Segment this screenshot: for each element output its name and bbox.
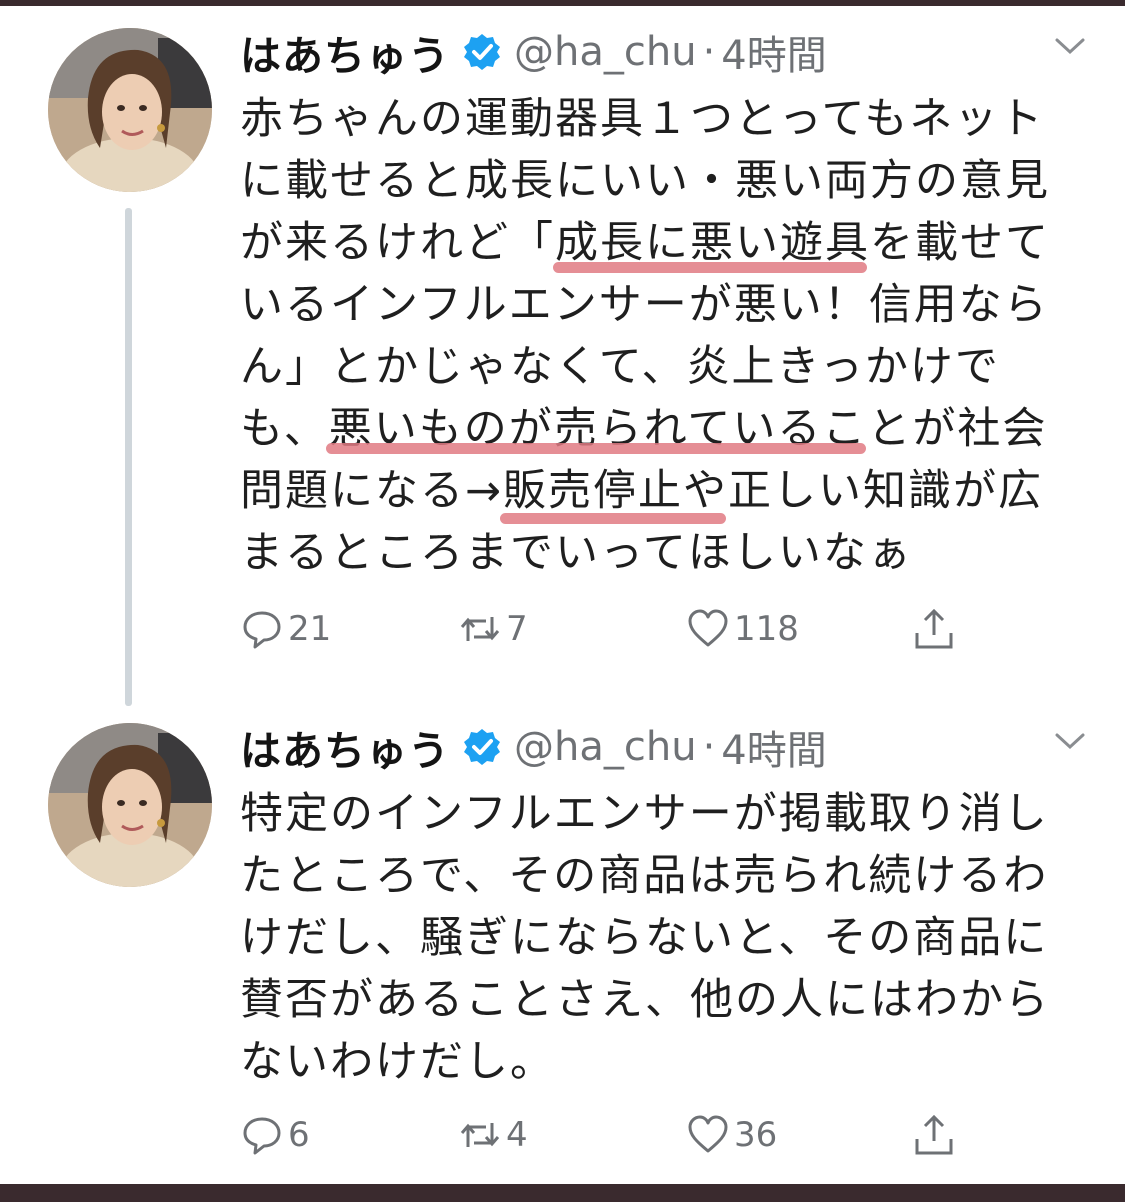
display-name[interactable]: はあちゅう (240, 22, 450, 82)
tweet-text-line: 赤ちゃんの運動器具１つとってもネット (240, 94, 1045, 144)
verified-badge-icon (464, 34, 500, 70)
display-name[interactable]: はあちゅう (240, 717, 450, 777)
reply-button[interactable]: 6 (240, 1110, 310, 1160)
tweet-text-line: ないわけだし。 (240, 1037, 555, 1087)
thread-connector-line (125, 208, 132, 706)
reply-icon (243, 611, 281, 649)
like-count: 118 (734, 609, 799, 649)
chevron-down-icon[interactable] (1052, 729, 1088, 753)
tweet-text: 特定のインフルエンサーが掲載取り消し たところで、その商品は売られ続けるわ けだ… (240, 783, 1060, 1093)
share-icon (915, 608, 953, 649)
like-button[interactable]: 118 (686, 604, 799, 654)
tweet-text-line: に載せると成長にいい・悪い両方の意見 (240, 156, 1050, 206)
tweet-text-line: ん」とかじゃなくて、炎上きっかけで (240, 342, 1000, 392)
reply-button[interactable]: 21 (240, 604, 331, 654)
tweet-text-line: まるところまでいってほしいなぁ (240, 528, 913, 578)
bottom-frame-bar (0, 1184, 1125, 1202)
avatar-photo (48, 723, 212, 887)
tweet-text: 赤ちゃんの運動器具１つとってもネット に載せると成長にいい・悪い両方の意見 が来… (240, 88, 1060, 584)
header-separator: · (702, 724, 716, 770)
header-separator: · (702, 29, 716, 75)
user-handle[interactable]: @ha_chu (514, 724, 697, 770)
tweet-actions: 6 4 36 (240, 1110, 1000, 1160)
tweet-text-line: いるインフルエンサーが悪い！信用なら (240, 280, 1049, 330)
reply-icon (243, 1117, 281, 1155)
retweet-count: 4 (506, 1115, 528, 1155)
like-button[interactable]: 36 (686, 1110, 777, 1160)
like-icon (688, 1115, 728, 1153)
tweet-text-line: 賛否があることさえ、他の人にはわから (240, 975, 1050, 1025)
timestamp[interactable]: 4時間 (721, 23, 826, 81)
retweet-button[interactable]: 7 (458, 604, 528, 654)
verified-badge-icon (464, 729, 500, 765)
reply-count: 21 (288, 609, 332, 649)
tweet-header: はあちゅう @ha_chu · 4時間 (240, 717, 827, 777)
avatar[interactable] (48, 28, 212, 192)
reply-count: 6 (288, 1115, 310, 1155)
share-button[interactable] (912, 1110, 956, 1160)
highlight-underline (500, 513, 726, 524)
chevron-down-icon[interactable] (1052, 34, 1088, 58)
retweet-count: 7 (506, 609, 528, 649)
like-count: 36 (734, 1115, 778, 1155)
top-frame-bar (0, 0, 1125, 6)
highlight-underline (553, 262, 867, 273)
avatar[interactable] (48, 723, 212, 887)
retweet-icon (460, 617, 500, 641)
share-button[interactable] (912, 604, 956, 654)
timestamp[interactable]: 4時間 (721, 718, 826, 776)
tweet-text-line: 特定のインフルエンサーが掲載取り消し (240, 789, 1049, 839)
tweet-header: はあちゅう @ha_chu · 4時間 (240, 22, 827, 82)
retweet-icon (460, 1123, 500, 1147)
tweet-text-line: たところで、その商品は売られ続けるわ (240, 851, 1049, 901)
like-icon (688, 609, 728, 647)
retweet-button[interactable]: 4 (458, 1110, 528, 1160)
user-handle[interactable]: @ha_chu (514, 29, 697, 75)
highlight-underline (326, 443, 866, 454)
avatar-photo (48, 28, 212, 192)
share-icon (915, 1114, 953, 1155)
tweet-actions: 21 7 118 (240, 604, 1000, 654)
tweet-text-line: けだし、騒ぎにならないと、その商品に (240, 913, 1049, 963)
